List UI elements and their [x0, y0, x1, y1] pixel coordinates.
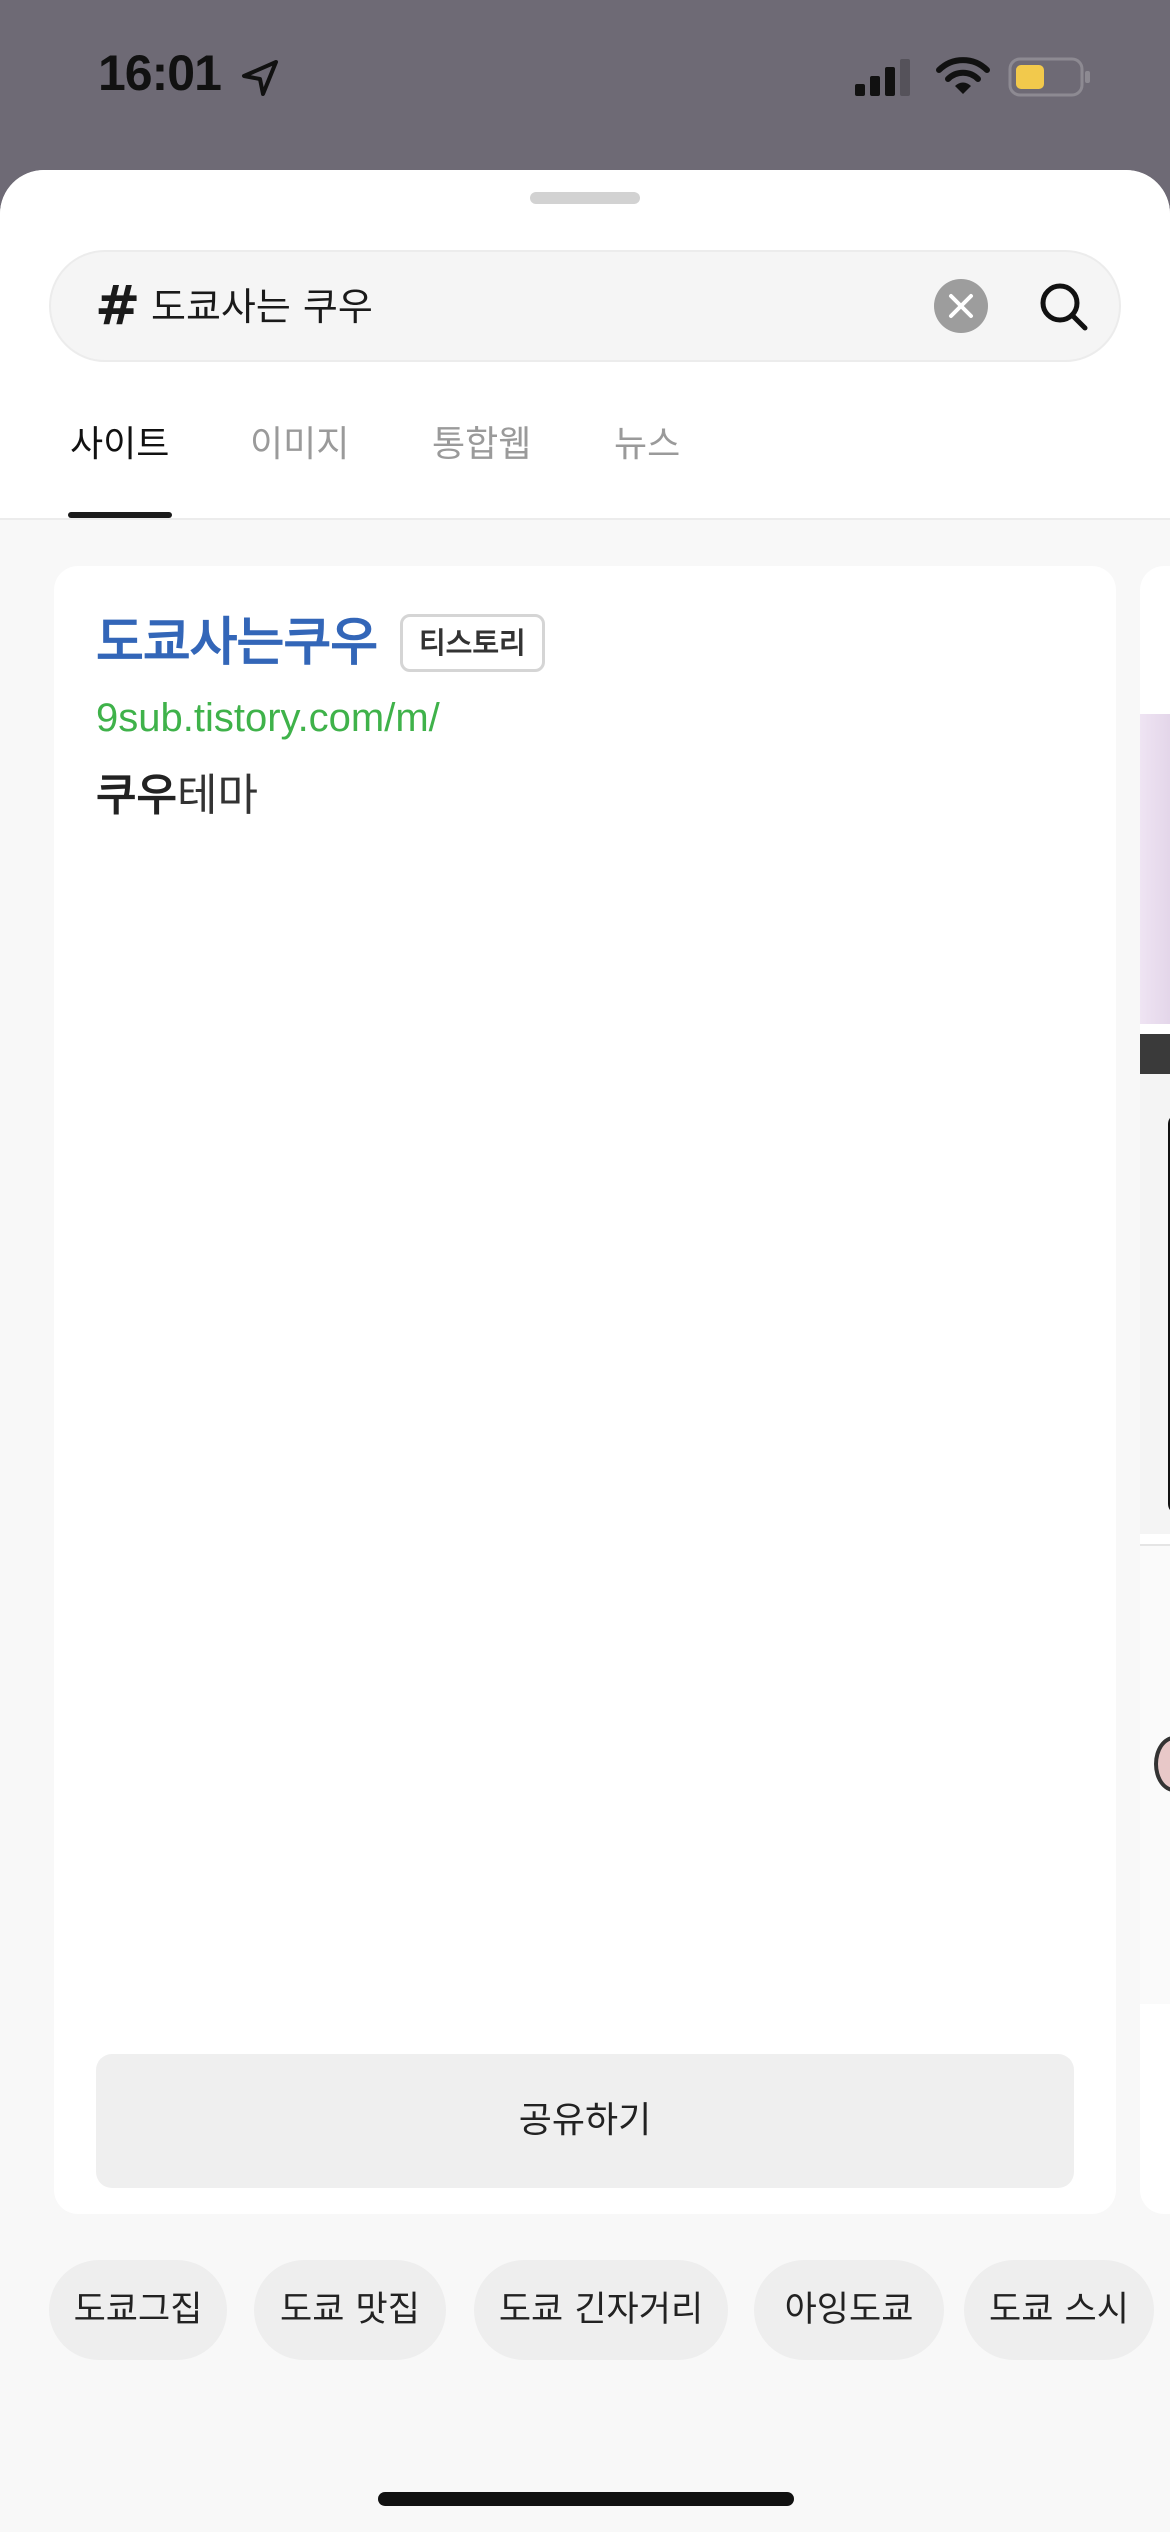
search-tabs: 사이트 이미지 통합웹 뉴스	[0, 410, 1170, 520]
related-keywords: 도쿄그집 도쿄 맛집 도쿄 긴자거리 아잉도쿄 도쿄 스시	[0, 2260, 1170, 2360]
site-description-highlight: 쿠우	[96, 770, 177, 821]
site-description-text: 테마	[176, 770, 258, 821]
search-sheet: # 도쿄사는 쿠우 사이트 이미지 통합웹 뉴스 도쿄사는쿠우 티스토리 9su…	[0, 170, 1170, 2532]
next-result-card-peek[interactable]	[1140, 566, 1170, 2214]
status-bar: 16:01	[0, 0, 1170, 160]
site-description: 쿠우테마	[96, 766, 258, 826]
sheet-grabber[interactable]	[530, 192, 640, 204]
thumbnail-image	[1140, 714, 1170, 1024]
site-title[interactable]: 도쿄사는쿠우	[96, 608, 378, 678]
site-result-card[interactable]: 도쿄사는쿠우 티스토리 9sub.tistory.com/m/ 쿠우테마 공유하…	[54, 566, 1116, 2214]
related-keyword-chip[interactable]: 도쿄 긴자거리	[474, 2260, 728, 2360]
tab-news[interactable]: 뉴스	[614, 410, 680, 520]
hashtag-icon: #	[95, 274, 141, 337]
wifi-icon	[936, 57, 990, 94]
related-keyword-chip[interactable]: 도쿄 맛집	[254, 2260, 446, 2360]
related-keyword-chip[interactable]: 아잉도쿄	[754, 2260, 944, 2360]
clear-search-button[interactable]	[934, 279, 988, 333]
sheet-header: # 도쿄사는 쿠우 사이트 이미지 통합웹 뉴스	[0, 170, 1170, 520]
share-button[interactable]: 공유하기	[96, 2054, 1074, 2188]
site-url[interactable]: 9sub.tistory.com/m/	[96, 692, 440, 744]
battery-icon	[1008, 57, 1090, 97]
search-icon[interactable]	[1031, 274, 1097, 340]
status-time: 16:01	[98, 45, 222, 101]
home-indicator[interactable]	[378, 2492, 794, 2506]
tab-integrated-web[interactable]: 통합웹	[432, 410, 531, 520]
related-keyword-chip[interactable]: 도쿄그집	[49, 2260, 227, 2360]
close-icon	[949, 294, 973, 318]
tab-site[interactable]: 사이트	[70, 410, 169, 520]
tab-images[interactable]: 이미지	[250, 410, 349, 520]
search-bar[interactable]: # 도쿄사는 쿠우	[49, 250, 1121, 362]
tabs-divider	[0, 518, 1170, 520]
thumbnail-image	[1140, 1034, 1170, 1534]
thumbnail-image	[1140, 1544, 1170, 2004]
cellular-signal-icon	[855, 59, 910, 96]
search-input[interactable]: 도쿄사는 쿠우	[151, 282, 373, 332]
location-arrow-icon	[242, 60, 278, 96]
site-source-badge: 티스토리	[400, 614, 545, 672]
related-keyword-chip[interactable]: 도쿄 스시	[964, 2260, 1154, 2360]
